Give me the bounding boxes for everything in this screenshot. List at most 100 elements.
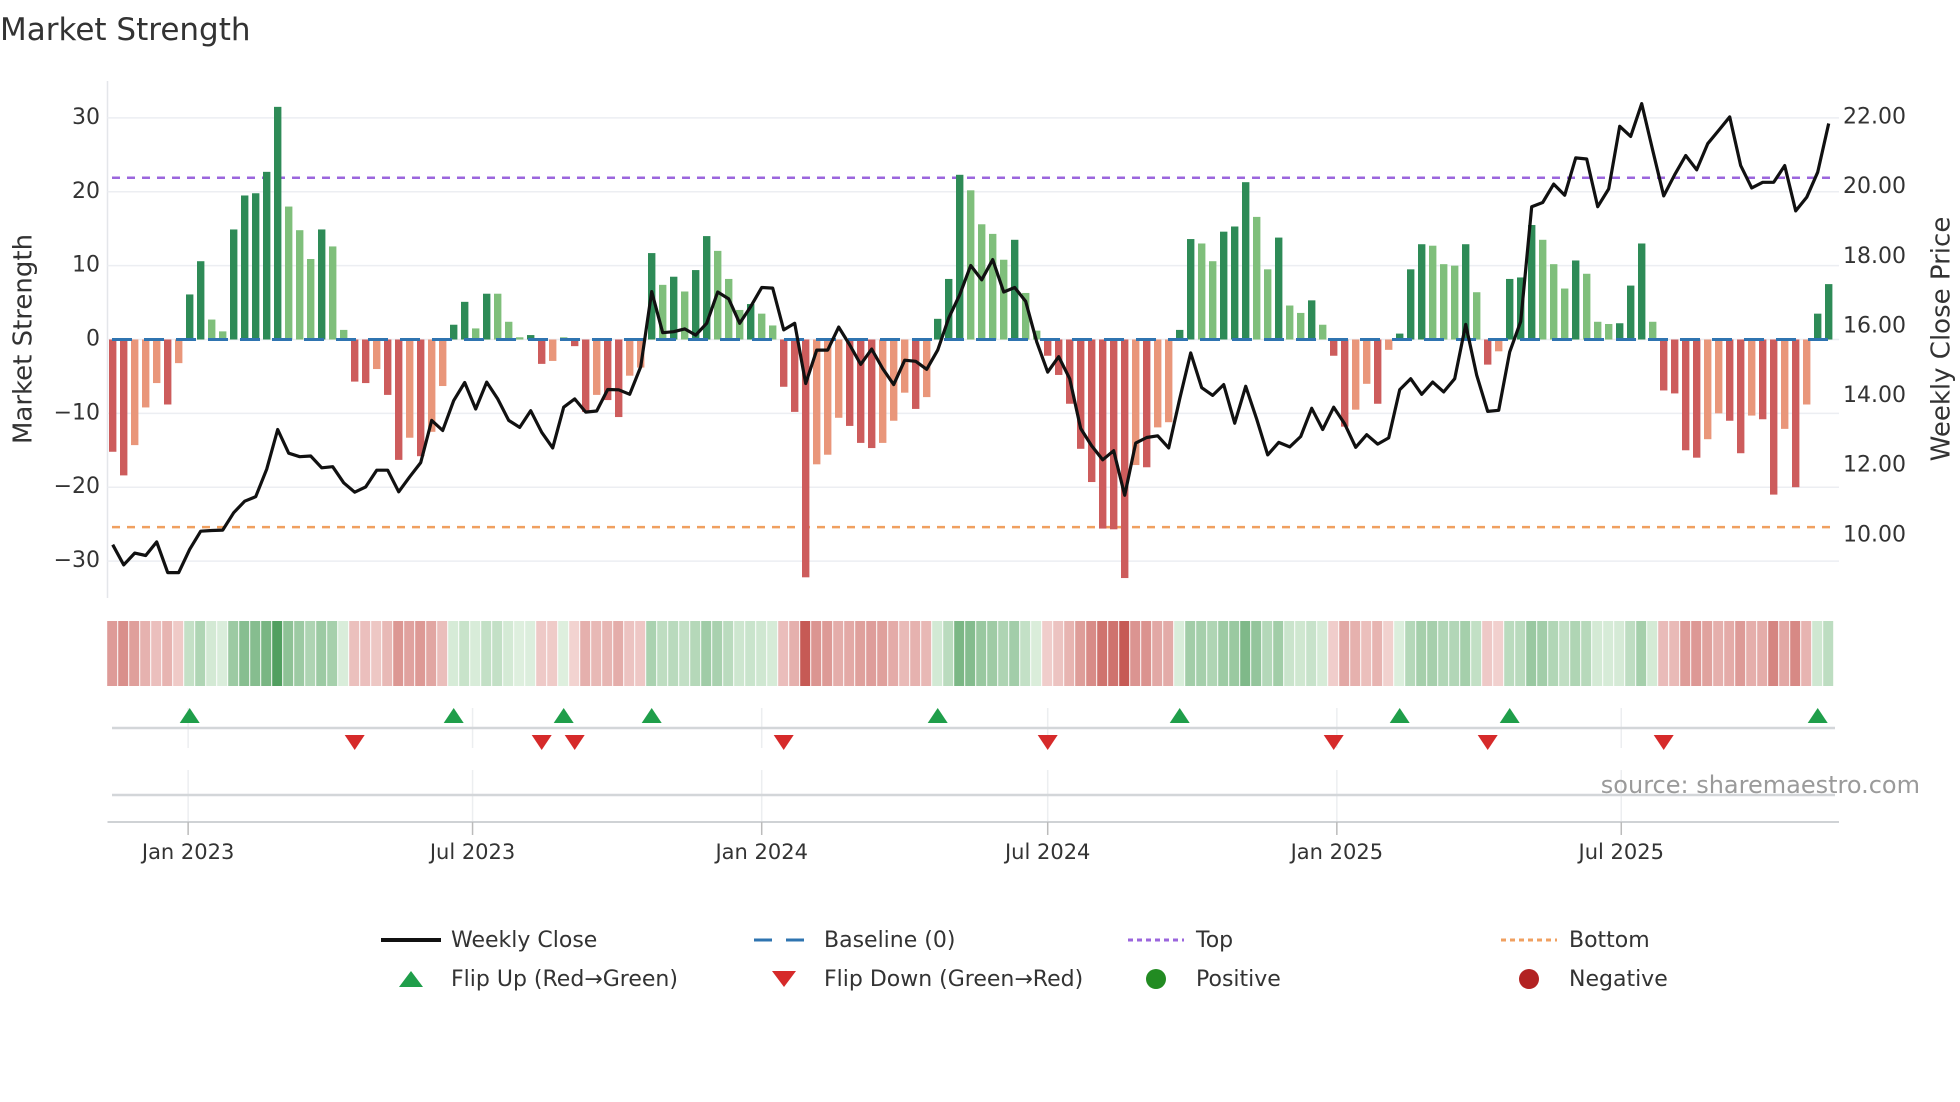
negative-bar <box>1704 339 1712 440</box>
heatmap-cell <box>668 621 679 686</box>
positive-bar <box>318 229 326 340</box>
positive-bar <box>516 337 524 340</box>
x-tick-label: Jan 2023 <box>140 840 235 864</box>
heatmap-cell <box>1262 621 1273 686</box>
negative-bar <box>439 339 447 387</box>
heatmap-cell <box>1449 621 1460 686</box>
heatmap-cell <box>1471 621 1482 686</box>
flip-up-marker <box>1499 708 1520 723</box>
heatmap-cell <box>646 621 657 686</box>
heatmap-cell <box>1438 621 1449 686</box>
heatmap-cell <box>921 621 932 686</box>
heatmap-cell <box>1295 621 1306 686</box>
heatmap-cell <box>393 621 404 686</box>
heatmap-cell <box>866 621 877 686</box>
negative-bar <box>1682 339 1690 451</box>
heatmap-cell <box>1603 621 1614 686</box>
heatmap-cell <box>1493 621 1504 686</box>
positive-bar <box>274 106 282 340</box>
positive-bar <box>1297 312 1305 340</box>
heatmap-cell <box>525 621 536 686</box>
heatmap-cell <box>1416 621 1427 686</box>
positive-bar <box>1616 323 1624 340</box>
heatmap-cell <box>1350 621 1361 686</box>
heatmap-cell <box>1570 621 1581 686</box>
heatmap-cell <box>877 621 888 686</box>
heatmap-cell <box>932 621 943 686</box>
chart-title: Market Strength <box>0 12 251 48</box>
heatmap-cell <box>1031 621 1042 686</box>
positive-bar <box>956 174 964 340</box>
heatmap-cell <box>778 621 789 686</box>
positive-bar <box>1407 269 1415 340</box>
x-tick-label: Jul 2024 <box>1003 840 1090 864</box>
positive-bar <box>1594 321 1602 340</box>
positive-bar <box>1242 182 1250 340</box>
y-tick-label: −20 <box>54 474 100 499</box>
heatmap-cell <box>1823 621 1834 686</box>
heatmap-cell <box>987 621 998 686</box>
positive-bar <box>1319 324 1327 340</box>
heatmap-cell <box>1768 621 1779 686</box>
positive-bar <box>1605 323 1613 340</box>
positive-bar <box>230 229 238 340</box>
heatmap-cell <box>1218 621 1229 686</box>
negative-bar <box>1341 339 1349 427</box>
heatmap-cell <box>1581 621 1592 686</box>
flip-down-marker <box>1477 735 1498 750</box>
heatmap-cell <box>1647 621 1658 686</box>
negative-bar <box>1385 339 1393 350</box>
y2-tick-label: 18.00 <box>1843 244 1906 269</box>
negative-bar <box>1770 339 1778 495</box>
heatmap-cell <box>514 621 525 686</box>
positive-bar <box>1264 269 1272 340</box>
heatmap-cell <box>1174 621 1185 686</box>
negative-bar <box>615 339 623 418</box>
heatmap-cell <box>745 621 756 686</box>
y2-tick-label: 10.00 <box>1843 522 1906 547</box>
heatmap-cell <box>690 621 701 686</box>
heatmap-cell <box>338 621 349 686</box>
y2-tick-label: 20.00 <box>1843 174 1906 199</box>
heatmap-cell <box>316 621 327 686</box>
negative-bar <box>1110 339 1118 530</box>
heatmap-cell <box>360 621 371 686</box>
negative-bar <box>1374 339 1382 404</box>
negative-bar <box>362 339 370 384</box>
heatmap-cell <box>1812 621 1823 686</box>
negative-bar <box>1495 339 1503 352</box>
heatmap-cell <box>1196 621 1207 686</box>
negative-bar <box>373 339 381 370</box>
negative-bar <box>153 339 161 384</box>
negative-bar <box>549 339 557 361</box>
heatmap-cell <box>789 621 800 686</box>
heatmap-cell <box>206 621 217 686</box>
negative-bar <box>164 339 172 405</box>
negative-bar <box>417 339 425 457</box>
positive-bar <box>494 293 502 340</box>
heatmap-cell <box>283 621 294 686</box>
heatmap-cell <box>1229 621 1240 686</box>
left-axis: 30 20 10 0 −10 −20 −30 <box>54 105 100 573</box>
negative-bar <box>142 339 150 408</box>
flip-down-marker <box>344 735 365 750</box>
source-credit: source: sharemaestro.com <box>1601 771 1920 799</box>
negative-bar <box>1363 339 1371 384</box>
positive-bar <box>329 246 337 340</box>
negative-bar <box>538 339 546 364</box>
negative-bar <box>131 339 139 446</box>
heatmap-cell <box>855 621 866 686</box>
positive-bar <box>252 193 260 340</box>
heatmap-cell <box>976 621 987 686</box>
negative-bar <box>1099 339 1107 529</box>
negative-bar <box>582 339 590 412</box>
positive-bar <box>1198 243 1206 340</box>
positive-bar <box>934 318 942 340</box>
negative-bar <box>857 339 865 443</box>
heatmap-cell <box>1779 621 1790 686</box>
heatmap-cell <box>1526 621 1537 686</box>
heatmap-cell <box>1207 621 1218 686</box>
heatmap-cell <box>1163 621 1174 686</box>
negative-bar <box>395 339 403 460</box>
heatmap-cell <box>162 621 173 686</box>
